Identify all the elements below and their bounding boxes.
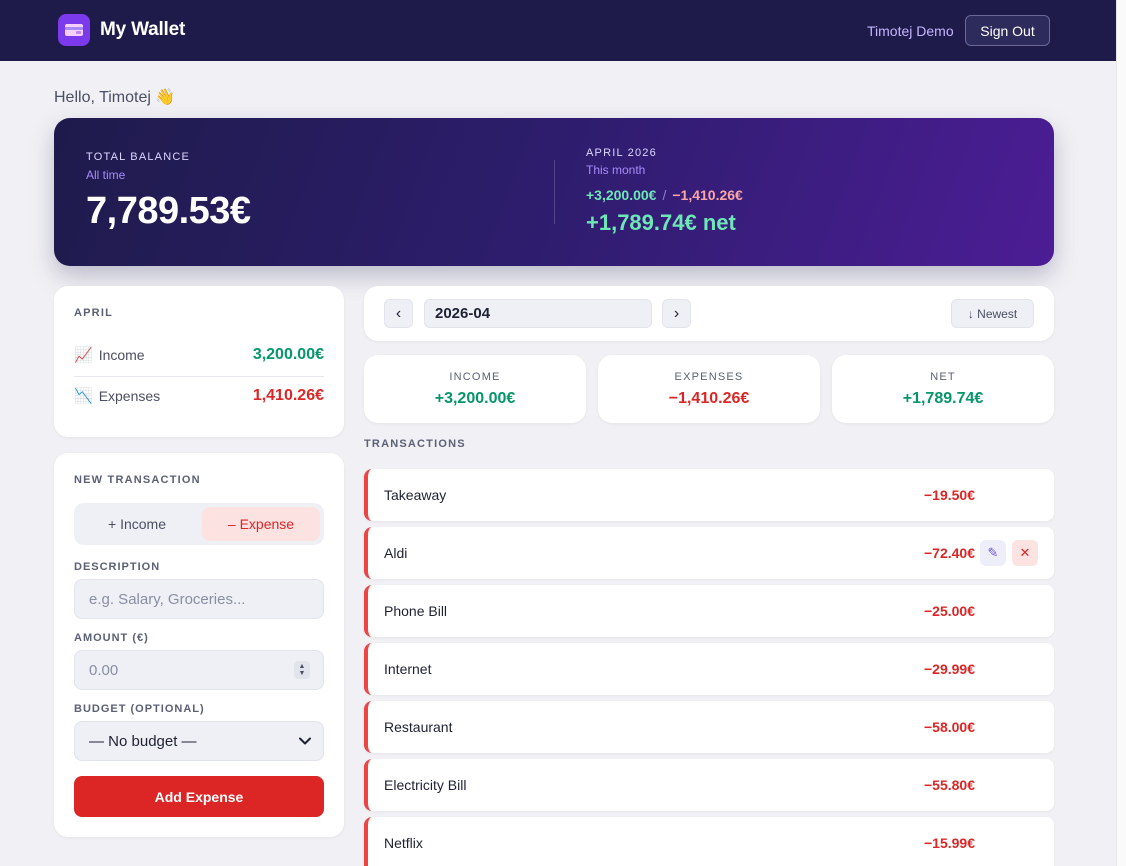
stat-card-expenses: EXPENSES −1,410.26€ — [598, 355, 820, 423]
summary-expense-row: 📉 Expenses 1,410.26€ — [74, 376, 324, 416]
summary-expense-label: Expenses — [98, 388, 161, 404]
transaction-amount: −29.99€ — [924, 661, 975, 677]
sign-out-button[interactable]: Sign Out — [965, 15, 1050, 46]
chart-up-icon: 📈 — [74, 347, 93, 364]
chevron-down-icon — [299, 737, 311, 745]
transaction-description: Phone Bill — [384, 603, 448, 619]
month-sublabel: This month — [586, 163, 646, 177]
transaction-amount: −55.80€ — [924, 777, 975, 793]
app-title: My Wallet — [100, 19, 186, 40]
summary-income-value: 3,200.00€ — [252, 346, 324, 363]
transaction-description: Netflix — [384, 835, 423, 851]
amount-input[interactable] — [74, 650, 324, 690]
transaction-row[interactable]: Internet −29.99€ — [364, 643, 1054, 695]
transaction-row[interactable]: Aldi −72.40€ ✎ ✕ — [364, 527, 1054, 579]
stat-net-label: NET — [930, 371, 956, 383]
new-transaction-card: NEW TRANSACTION + Income – Expense DESCR… — [54, 453, 344, 837]
next-month-button[interactable]: › — [662, 299, 691, 328]
transaction-amount: −72.40€ — [924, 545, 975, 561]
transaction-amount: −15.99€ — [924, 835, 975, 851]
stat-income-value: +3,200.00€ — [434, 390, 516, 407]
transaction-row[interactable]: Netflix −15.99€ — [364, 817, 1054, 866]
sort-newest-button[interactable]: ↓ Newest — [951, 299, 1034, 328]
transaction-description: Internet — [384, 661, 432, 677]
amount-label: AMOUNT (€) — [74, 632, 149, 644]
stat-expenses-value: −1,410.26€ — [668, 390, 750, 407]
budget-label: BUDGET (OPTIONAL) — [74, 703, 205, 715]
summary-title: APRIL — [74, 307, 113, 319]
stat-card-income: INCOME +3,200.00€ — [364, 355, 586, 423]
budget-select[interactable]: — No budget — — [74, 721, 324, 761]
transaction-amount: −19.50€ — [924, 487, 975, 503]
transaction-row[interactable]: Restaurant −58.00€ — [364, 701, 1054, 753]
month-label: APRIL 2026 — [586, 147, 657, 159]
add-expense-button[interactable]: Add Expense — [74, 776, 324, 817]
type-toggle: + Income – Expense — [74, 503, 324, 545]
description-label: DESCRIPTION — [74, 561, 161, 573]
expense-toggle-button[interactable]: – Expense — [202, 507, 320, 541]
chart-down-icon: 📉 — [74, 388, 93, 405]
stat-net-value: +1,789.74€ — [902, 390, 984, 407]
new-transaction-title: NEW TRANSACTION — [74, 474, 201, 486]
total-balance-label: TOTAL BALANCE — [86, 151, 191, 163]
total-balance-value: 7,789.53€ — [86, 190, 251, 232]
wallet-icon — [58, 14, 90, 46]
stat-expenses-label: EXPENSES — [674, 371, 744, 383]
transaction-description: Takeaway — [384, 487, 447, 503]
transaction-amount: −25.00€ — [924, 603, 975, 619]
transaction-row[interactable]: Electricity Bill −55.80€ — [364, 759, 1054, 811]
summary-income-row: 📈 Income 3,200.00€ — [74, 335, 324, 375]
description-input[interactable] — [74, 579, 324, 619]
income-toggle-button[interactable]: + Income — [78, 507, 196, 541]
transaction-amount: −58.00€ — [924, 719, 975, 735]
month-net-value: +1,789.74€ net — [586, 210, 736, 235]
stat-income-label: INCOME — [449, 371, 501, 383]
transaction-row[interactable]: Phone Bill −25.00€ — [364, 585, 1054, 637]
balance-hero-card: TOTAL BALANCE All time 7,789.53€ APRIL 2… — [54, 118, 1054, 266]
transaction-row[interactable]: Takeaway −19.50€ — [364, 469, 1054, 521]
summary-expense-value: 1,410.26€ — [252, 387, 324, 404]
total-balance-sublabel: All time — [86, 168, 126, 182]
close-icon[interactable]: ✕ — [1012, 540, 1038, 566]
transaction-description: Electricity Bill — [384, 777, 467, 793]
transaction-description: Restaurant — [384, 719, 453, 735]
page-scrollbar[interactable] — [1116, 0, 1126, 866]
transactions-title: TRANSACTIONS — [364, 438, 466, 450]
stat-card-net: NET +1,789.74€ — [832, 355, 1054, 423]
month-summary-card: APRIL 📈 Income 3,200.00€ 📉 Expenses 1,410.… — [54, 286, 344, 437]
month-input[interactable] — [424, 299, 652, 328]
stepper-icon[interactable]: ▲ ▼ — [294, 661, 310, 679]
month-separator: / — [662, 187, 667, 203]
prev-month-button[interactable]: ‹ — [384, 299, 413, 328]
summary-income-label: Income — [98, 347, 145, 363]
month-navigation-card: ‹ › ↓ Newest — [364, 286, 1054, 341]
budget-select-value: — No budget — — [89, 732, 197, 750]
user-name: Timotej Demo — [867, 23, 954, 39]
month-income-expense-line: +3,200.00€ / −1,410.26€ — [586, 187, 743, 203]
transaction-description: Aldi — [384, 545, 408, 561]
greeting-text: Hello, Timotej 👋 — [54, 89, 176, 106]
month-expense-value: −1,410.26€ — [672, 187, 743, 203]
hero-divider — [554, 160, 555, 224]
month-income-value: +3,200.00€ — [586, 187, 657, 203]
pencil-icon[interactable]: ✎ — [980, 540, 1006, 566]
top-navbar: My Wallet Timotej Demo Sign Out — [0, 0, 1116, 61]
